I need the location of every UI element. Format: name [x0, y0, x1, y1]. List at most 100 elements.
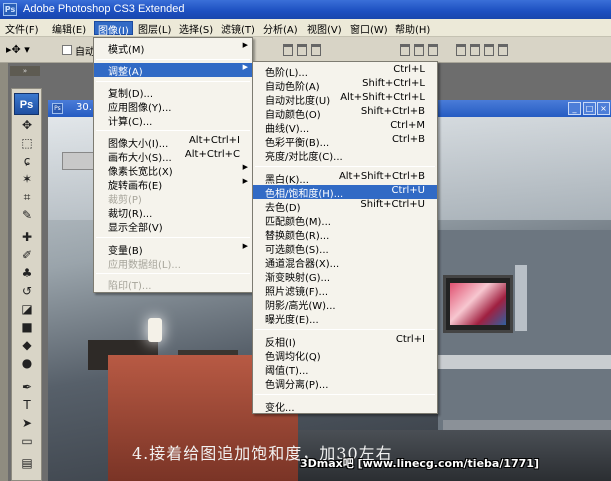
menu-item-canvas-size[interactable]: 画布大小(S)... Alt+Ctrl+C	[94, 149, 252, 164]
menu-item-mode[interactable]: 模式(M) ▶	[94, 41, 252, 56]
menu-item-auto-color[interactable]: 自动颜色(O) Shift+Ctrl+B	[253, 106, 437, 121]
type-tool-icon[interactable]: T	[16, 397, 38, 413]
history-brush-tool-icon[interactable]: ↺	[16, 283, 38, 299]
brush-tool-icon[interactable]: ✐	[16, 247, 38, 263]
crop-tool-icon[interactable]: ⌗	[16, 189, 38, 205]
menu-separator	[255, 329, 435, 330]
submenu-arrow-icon: ▶	[242, 163, 248, 171]
menu-item-black-white[interactable]: 黑白(K)... Alt+Shift+Ctrl+B	[253, 171, 437, 186]
menu-item-match-color[interactable]: 匹配颜色(M)...	[253, 213, 437, 228]
align-top-icon[interactable]	[283, 44, 293, 56]
menu-item-rotate-canvas[interactable]: 旋转画布(E) ▶	[94, 177, 252, 192]
menu-item-equalize[interactable]: 色调均化(Q)	[253, 348, 437, 363]
shape-tool-icon[interactable]: ▭	[16, 433, 38, 449]
adjustments-submenu: 色阶(L)... Ctrl+L 自动色阶(A) Shift+Ctrl+L 自动对比度…	[252, 61, 438, 414]
close-icon[interactable]: ×	[597, 102, 610, 115]
menu-analysis[interactable]: 分析(A)	[260, 21, 301, 36]
menu-item-variables[interactable]: 变量(B) ▶	[94, 242, 252, 257]
maximize-icon[interactable]: □	[583, 102, 596, 115]
distribute-left-icon[interactable]	[456, 44, 466, 56]
menu-view[interactable]: 视图(V)	[304, 21, 345, 36]
image-lamp	[148, 318, 162, 342]
menu-item-posterize[interactable]: 色调分离(P)...	[253, 376, 437, 391]
menu-item-apply-image[interactable]: 应用图像(Y)...	[94, 99, 252, 114]
menu-filter[interactable]: 滤镜(T)	[218, 21, 258, 36]
options-bar: ▸✥ ▾ 自动	[0, 37, 611, 63]
menu-item-hue-saturation[interactable]: 色相/饱和度(H)... Ctrl+U	[253, 185, 437, 200]
document-title: 30.	[76, 102, 92, 113]
submenu-arrow-icon: ▶	[242, 242, 248, 250]
submenu-arrow-icon: ▶	[242, 41, 248, 49]
minimize-icon[interactable]: _	[568, 102, 581, 115]
menu-item-brightness-contrast[interactable]: 亮度/对比度(C)...	[253, 148, 437, 163]
blur-tool-icon[interactable]: ◆	[16, 337, 38, 353]
menu-item-image-size[interactable]: 图像大小(I)... Alt+Ctrl+I	[94, 135, 252, 150]
menu-item-apply-data-set: 应用数据组(L)...	[108, 260, 181, 271]
menu-separator	[96, 81, 250, 82]
submenu-arrow-icon: ▶	[242, 63, 248, 71]
menu-item-calculations[interactable]: 计算(C)...	[94, 113, 252, 128]
menu-item-duplicate[interactable]: 复制(D)...	[94, 85, 252, 100]
menu-item-auto-levels[interactable]: 自动色阶(A) Shift+Ctrl+L	[253, 78, 437, 93]
menu-item-trim[interactable]: 裁切(R)...	[94, 205, 252, 220]
menu-separator	[96, 59, 250, 60]
app-icon: Ps	[3, 3, 17, 16]
menu-select[interactable]: 选择(S)	[176, 21, 216, 36]
menu-item-exposure[interactable]: 曝光度(E)...	[253, 311, 437, 326]
panel-dock-strip	[0, 63, 8, 481]
menu-item-variations[interactable]: 变化...	[253, 399, 437, 414]
marquee-tool-icon[interactable]: ⬚	[16, 135, 38, 151]
menu-item-adjustments[interactable]: 调整(A) ▶	[94, 63, 252, 78]
window-title: Adobe Photoshop CS3 Extended	[23, 3, 185, 15]
gradient-tool-icon[interactable]: ■	[16, 319, 38, 335]
menu-item-color-balance[interactable]: 色彩平衡(B)... Ctrl+B	[253, 134, 437, 149]
lasso-tool-icon[interactable]: ɕ	[16, 153, 38, 169]
menu-window[interactable]: 窗口(W)	[347, 21, 391, 36]
menu-edit[interactable]: 编辑(E)	[49, 21, 89, 36]
menu-separator	[255, 394, 435, 395]
notes-tool-icon[interactable]: ▤	[16, 455, 38, 471]
toolbox: Ps ✥ ⬚ ɕ ✶ ⌗ ✎ ✚ ✐ ♣ ↺ ◪ ■ ◆ ● ✒ T ➤ ▭ ▤	[11, 88, 42, 481]
menu-item-channel-mixer[interactable]: 通道混合器(X)...	[253, 255, 437, 270]
menu-item-levels[interactable]: 色阶(L)... Ctrl+L	[253, 64, 437, 79]
menu-item-desaturate[interactable]: 去色(D) Shift+Ctrl+U	[253, 199, 437, 214]
menu-item-reveal-all[interactable]: 显示全部(V)	[94, 219, 252, 234]
menu-separator	[96, 273, 250, 274]
path-selection-tool-icon[interactable]: ➤	[16, 415, 38, 431]
menu-layer[interactable]: 图层(L)	[135, 21, 174, 36]
move-tool-icon[interactable]: ▸✥ ▾	[6, 43, 30, 56]
menu-file[interactable]: 文件(F)	[2, 21, 42, 36]
distribute-hcenter-icon[interactable]	[470, 44, 480, 56]
distribute-vcenter-icon[interactable]	[414, 44, 424, 56]
menu-item-pixel-aspect[interactable]: 像素长宽比(X) ▶	[94, 163, 252, 178]
distribute-bottom-icon[interactable]	[428, 44, 438, 56]
menu-help[interactable]: 帮助(H)	[392, 21, 433, 36]
pen-tool-icon[interactable]: ✒	[16, 379, 38, 395]
menu-item-crop: 裁剪(P)	[108, 195, 142, 206]
align-bottom-icon[interactable]	[311, 44, 321, 56]
menu-item-photo-filter[interactable]: 照片滤镜(F)...	[253, 283, 437, 298]
menu-item-shadow-highlight[interactable]: 阴影/高光(W)...	[253, 297, 437, 312]
menu-item-gradient-map[interactable]: 渐变映射(G)...	[253, 269, 437, 284]
menu-item-selective-color[interactable]: 可选颜色(S)...	[253, 241, 437, 256]
eraser-tool-icon[interactable]: ◪	[16, 301, 38, 317]
title-bar: Ps Adobe Photoshop CS3 Extended	[0, 0, 611, 19]
magic-wand-tool-icon[interactable]: ✶	[16, 171, 38, 187]
menu-item-auto-contrast[interactable]: 自动对比度(U) Alt+Shift+Ctrl+L	[253, 92, 437, 107]
menu-item-invert[interactable]: 反相(I) Ctrl+I	[253, 334, 437, 349]
align-vcenter-icon[interactable]	[297, 44, 307, 56]
slice-tool-icon[interactable]: ✎	[16, 207, 38, 223]
dodge-tool-icon[interactable]: ●	[16, 355, 38, 371]
menu-item-threshold[interactable]: 阈值(T)...	[253, 362, 437, 377]
toolbox-collapse-icon[interactable]: »	[10, 66, 40, 76]
auto-align-icon[interactable]	[498, 44, 508, 56]
menu-image[interactable]: 图像(I)	[94, 21, 133, 37]
distribute-top-icon[interactable]	[400, 44, 410, 56]
menu-item-replace-color[interactable]: 替换颜色(R)...	[253, 227, 437, 242]
menu-item-curves[interactable]: 曲线(V)... Ctrl+M	[253, 120, 437, 135]
move-tool-icon[interactable]: ✥	[16, 117, 38, 133]
auto-select-checkbox[interactable]	[62, 45, 72, 55]
healing-brush-tool-icon[interactable]: ✚	[16, 229, 38, 245]
distribute-right-icon[interactable]	[484, 44, 494, 56]
clone-stamp-tool-icon[interactable]: ♣	[16, 265, 38, 281]
